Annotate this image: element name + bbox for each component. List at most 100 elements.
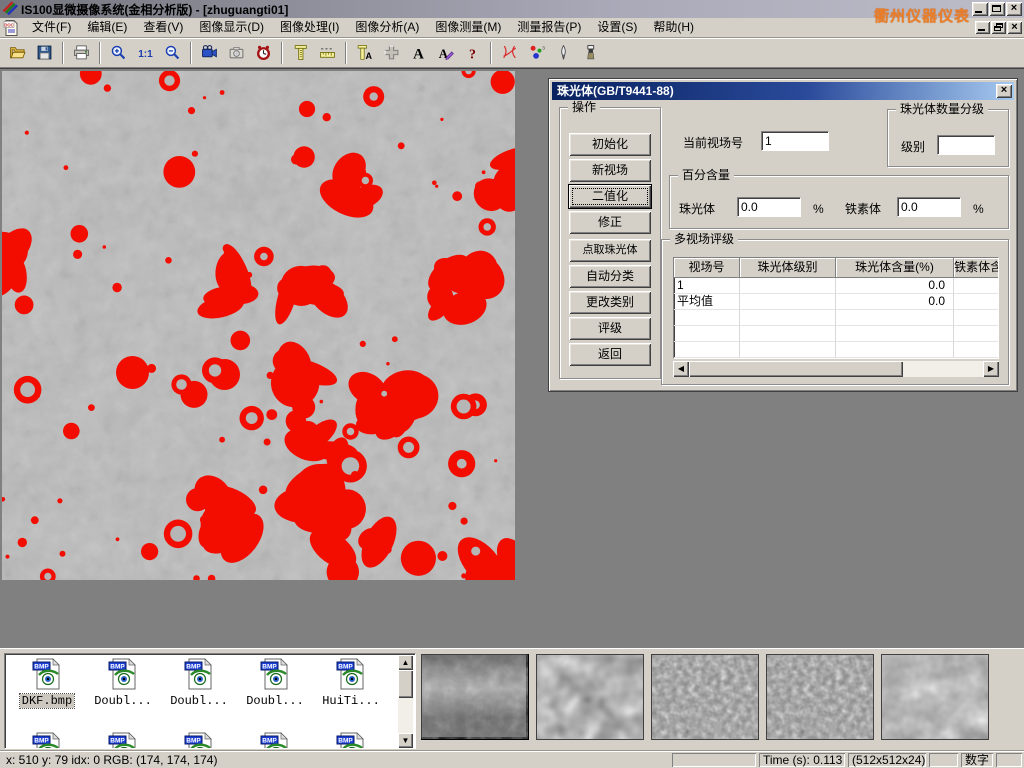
- maximize-button[interactable]: [989, 2, 1005, 16]
- open-button[interactable]: [4, 40, 31, 66]
- dialog-title-bar[interactable]: 珠光体(GB/T9441-88): [552, 82, 1014, 100]
- scrollbar-thumb[interactable]: [689, 361, 903, 377]
- table-cell: [836, 310, 954, 326]
- table-cell: [740, 294, 836, 310]
- svg-text:BMP: BMP: [186, 738, 201, 745]
- ruler-button[interactable]: [314, 40, 341, 66]
- op-button-4[interactable]: 修正: [569, 211, 651, 234]
- menu-item-image-process[interactable]: 图像处理(I): [272, 20, 347, 34]
- status-mode: 数字: [961, 753, 993, 767]
- table-horizontal-scrollbar[interactable]: ◀ ▶: [673, 361, 999, 377]
- micrograph-thumbnail-4[interactable]: [766, 654, 874, 740]
- pen-button[interactable]: [550, 40, 577, 66]
- text-button[interactable]: A: [405, 40, 432, 66]
- op-button-5[interactable]: 点取珠光体: [569, 239, 651, 262]
- op-button-3[interactable]: 二值化: [569, 185, 651, 208]
- menu-item-measure-report[interactable]: 测量报告(P): [509, 20, 589, 34]
- camera-button[interactable]: [223, 40, 250, 66]
- filelist-vertical-scrollbar[interactable]: ▲ ▼: [398, 655, 414, 748]
- file-item[interactable]: BMP Doubl...: [87, 658, 159, 708]
- table-row[interactable]: 平均值0.0: [674, 294, 998, 310]
- file-list[interactable]: ▲ ▼ BMP DKF.bmp BMP Doubl... BMP Doubl..…: [4, 653, 416, 749]
- menu-item-file[interactable]: 文件(F): [24, 20, 79, 34]
- toolbar-separator: [99, 42, 101, 64]
- curve-button[interactable]: [496, 40, 523, 66]
- minimize-button[interactable]: [972, 2, 988, 16]
- multi-field-table[interactable]: 视场号珠光体级别珠光体含量(%)铁素体含量(%) 10.0平均值0.0: [673, 257, 999, 359]
- brush-button[interactable]: [577, 40, 604, 66]
- mdi-restore-button[interactable]: [991, 21, 1006, 34]
- menu-item-view[interactable]: 查看(V): [135, 20, 191, 34]
- dialog-close-icon[interactable]: ×: [996, 84, 1012, 98]
- table-cell: [954, 310, 999, 326]
- op-button-7[interactable]: 更改类别: [569, 291, 651, 314]
- table-cell: [954, 342, 999, 358]
- table-cell: [740, 310, 836, 326]
- print-button[interactable]: [68, 40, 95, 66]
- help-button[interactable]: ?: [459, 40, 486, 66]
- file-name: Doubl...: [244, 694, 306, 708]
- table-cell: [740, 342, 836, 358]
- zoom-in-button[interactable]: [105, 40, 132, 66]
- micrograph-thumbnail-1[interactable]: [421, 654, 529, 740]
- file-item[interactable]: BMP HuiTi...: [315, 658, 387, 708]
- video-camera-button[interactable]: [196, 40, 223, 66]
- scroll-down-icon[interactable]: ▼: [398, 733, 413, 748]
- table-row[interactable]: [674, 326, 998, 342]
- particles-button[interactable]: 3: [523, 40, 550, 66]
- menu-item-image-analysis[interactable]: 图像分析(A): [347, 20, 427, 34]
- actual-size-button[interactable]: 1:1: [132, 40, 159, 66]
- file-item[interactable]: BMP: [87, 732, 159, 749]
- micrograph-image[interactable]: [2, 71, 515, 580]
- document-icon[interactable]: DOC: [3, 19, 20, 36]
- pearlite-percent-input[interactable]: [737, 197, 801, 217]
- mdi-minimize-button[interactable]: [975, 21, 990, 34]
- micrograph-thumbnail-3[interactable]: [651, 654, 759, 740]
- table-cell: 0.0: [836, 294, 954, 310]
- window-title: IS100显微摄像系统(金相分析版) - [zhuguangti01]: [21, 1, 288, 18]
- table-row[interactable]: [674, 310, 998, 326]
- menu-item-image-measure[interactable]: 图像测量(M): [427, 20, 509, 34]
- toolbar-separator: [345, 42, 347, 64]
- save-button[interactable]: [31, 40, 58, 66]
- op-button-1[interactable]: 初始化: [569, 133, 651, 156]
- scroll-left-icon[interactable]: ◀: [673, 361, 689, 377]
- zoom-out-button[interactable]: [159, 40, 186, 66]
- menu-item-help[interactable]: 帮助(H): [645, 20, 702, 34]
- close-button[interactable]: ×: [1006, 2, 1022, 16]
- file-item[interactable]: BMP Doubl...: [239, 658, 311, 708]
- op-button-9[interactable]: 返回: [569, 343, 651, 366]
- ferrite-percent-input[interactable]: [897, 197, 961, 217]
- mdi-close-button[interactable]: ×: [1007, 21, 1022, 34]
- file-item[interactable]: BMP: [163, 732, 235, 749]
- pearlite-unit: %: [813, 201, 824, 217]
- file-item[interactable]: BMP: [315, 732, 387, 749]
- table-row[interactable]: 10.0: [674, 278, 998, 294]
- measure-text-button[interactable]: A: [351, 40, 378, 66]
- menu-item-image-display[interactable]: 图像显示(D): [191, 20, 272, 34]
- table-row[interactable]: [674, 342, 998, 358]
- scroll-up-icon[interactable]: ▲: [398, 655, 413, 670]
- op-button-6[interactable]: 自动分类: [569, 265, 651, 288]
- clock-button[interactable]: [250, 40, 277, 66]
- file-item[interactable]: BMP: [239, 732, 311, 749]
- op-button-2[interactable]: 新视场: [569, 159, 651, 182]
- menu-item-edit[interactable]: 编辑(E): [79, 20, 135, 34]
- scrollbar-thumb[interactable]: [398, 670, 413, 698]
- scroll-right-icon[interactable]: ▶: [983, 361, 999, 377]
- micrograph-thumbnail-5[interactable]: [881, 654, 989, 740]
- file-item[interactable]: BMP: [11, 732, 83, 749]
- svg-text:BMP: BMP: [262, 738, 277, 745]
- file-item[interactable]: BMP Doubl...: [163, 658, 235, 708]
- status-empty-panel: [929, 753, 958, 767]
- level-input[interactable]: [937, 135, 995, 155]
- text-edit-button[interactable]: A: [432, 40, 459, 66]
- table-cell: [836, 342, 954, 358]
- file-item[interactable]: BMP DKF.bmp: [11, 658, 83, 708]
- caliper-button[interactable]: [287, 40, 314, 66]
- current-field-input[interactable]: [761, 131, 829, 151]
- grid-cross-button[interactable]: [378, 40, 405, 66]
- micrograph-thumbnail-2[interactable]: [536, 654, 644, 740]
- menu-item-settings[interactable]: 设置(S): [589, 20, 645, 34]
- op-button-8[interactable]: 评级: [569, 317, 651, 340]
